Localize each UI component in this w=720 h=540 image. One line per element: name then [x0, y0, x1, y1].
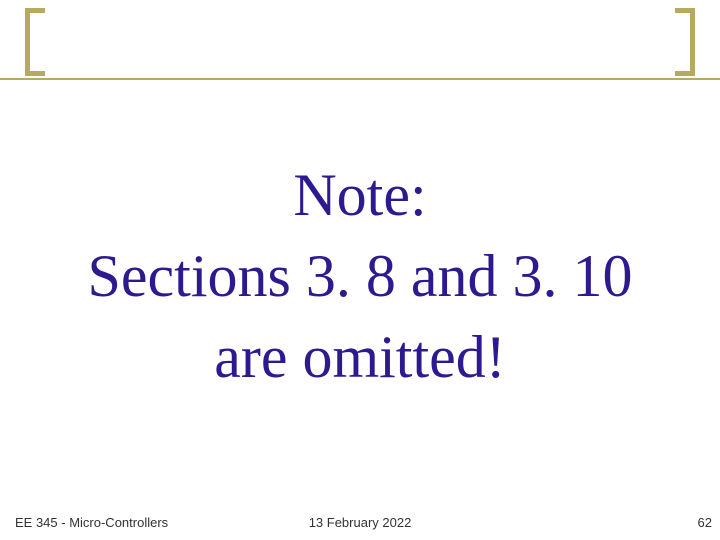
footer-page-number: 62: [698, 515, 712, 530]
title-bracket-frame: [25, 8, 695, 76]
header-underline: [0, 78, 720, 80]
slide-body: Note: Sections 3. 8 and 3. 10 are omitte…: [0, 155, 720, 398]
body-line-3: are omitted!: [30, 317, 690, 398]
bracket-right-icon: [675, 8, 695, 76]
footer-date: 13 February 2022: [309, 515, 412, 530]
bracket-left-icon: [25, 8, 45, 76]
body-line-2: Sections 3. 8 and 3. 10: [30, 236, 690, 317]
body-line-1: Note:: [30, 155, 690, 236]
footer-course: EE 345 - Micro-Controllers: [15, 515, 168, 530]
